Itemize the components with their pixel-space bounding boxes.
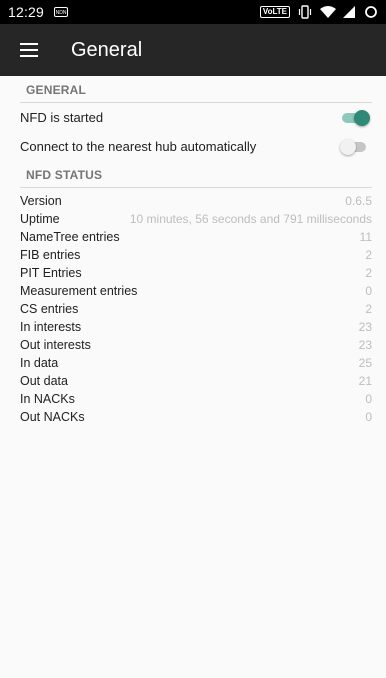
app-bar: General (0, 24, 386, 76)
pref-connect-nearest-hub[interactable]: Connect to the nearest hub automatically (0, 132, 386, 161)
ndn-notification-icon: NDN (54, 7, 69, 17)
status-label: PIT Entries (20, 266, 82, 280)
hamburger-menu-icon[interactable] (20, 43, 38, 57)
volte-indicator: VoLTE (259, 6, 290, 18)
toggle-thumb (354, 109, 370, 126)
nfd-started-toggle[interactable] (340, 109, 370, 126)
status-value: 11 (359, 230, 372, 244)
status-row-pit: PIT Entries 2 (0, 264, 386, 282)
signal-icon (342, 5, 356, 19)
status-label: CS entries (20, 302, 79, 316)
status-value: 0.6.5 (345, 194, 372, 208)
status-value: 25 (358, 356, 372, 370)
status-row-uptime: Uptime 10 minutes, 56 seconds and 791 mi… (0, 210, 386, 228)
status-row-measurement: Measurement entries 0 (0, 282, 386, 300)
pref-label: NFD is started (20, 110, 104, 125)
status-value: 23 (358, 338, 372, 352)
status-label: In NACKs (20, 392, 75, 406)
status-label: In data (20, 356, 59, 370)
status-bar-right: VoLTE (259, 5, 378, 19)
status-label: Out interests (20, 338, 91, 352)
section-header-nfd-status: NFD STATUS (26, 168, 103, 182)
status-row-out-nacks: Out NACKs 0 (0, 408, 386, 426)
status-row-cs: CS entries 2 (0, 300, 386, 318)
section-header-general: GENERAL (26, 83, 87, 97)
nfd-status-list: Version 0.6.5 Uptime 10 minutes, 56 seco… (0, 192, 386, 426)
status-row-out-data: Out data 21 (0, 372, 386, 390)
status-row-version: Version 0.6.5 (0, 192, 386, 210)
status-row-in-interests: In interests 23 (0, 318, 386, 336)
status-label: Out data (20, 374, 68, 388)
status-label: Measurement entries (20, 284, 138, 298)
status-value: 0 (365, 410, 372, 424)
status-label: Out NACKs (20, 410, 85, 424)
status-row-out-interests: Out interests 23 (0, 336, 386, 354)
section-divider (20, 187, 372, 188)
status-value: 21 (358, 374, 372, 388)
status-bar: 12:29 NDN VoLTE (0, 0, 386, 24)
status-value: 0 (365, 392, 372, 406)
status-label: In interests (20, 320, 82, 334)
status-label: NameTree entries (20, 230, 120, 244)
status-value: 2 (365, 248, 372, 262)
status-row-in-data: In data 25 (0, 354, 386, 372)
connect-hub-toggle[interactable] (340, 138, 370, 155)
settings-content: GENERAL NFD is started Connect to the ne… (0, 76, 386, 426)
status-value: 2 (365, 302, 372, 316)
status-row-in-nacks: In NACKs 0 (0, 390, 386, 408)
status-row-fib: FIB entries 2 (0, 246, 386, 264)
status-label: Uptime (20, 212, 60, 226)
wifi-icon (320, 5, 336, 19)
status-label: Version (20, 194, 62, 208)
toggle-thumb (340, 138, 356, 155)
status-value: 0 (365, 284, 372, 298)
vibrate-icon (298, 5, 312, 19)
status-value: 10 minutes, 56 seconds and 791 milliseco… (129, 212, 372, 226)
status-value: 2 (365, 266, 372, 280)
status-value: 23 (358, 320, 372, 334)
pref-nfd-started[interactable]: NFD is started (0, 103, 386, 132)
battery-icon (364, 5, 378, 19)
status-time: 12:29 (8, 4, 45, 20)
pref-label: Connect to the nearest hub automatically (20, 139, 257, 154)
status-row-nametree: NameTree entries 11 (0, 228, 386, 246)
status-bar-left: 12:29 NDN (8, 4, 69, 20)
page-title: General (71, 38, 143, 61)
status-label: FIB entries (20, 248, 81, 262)
